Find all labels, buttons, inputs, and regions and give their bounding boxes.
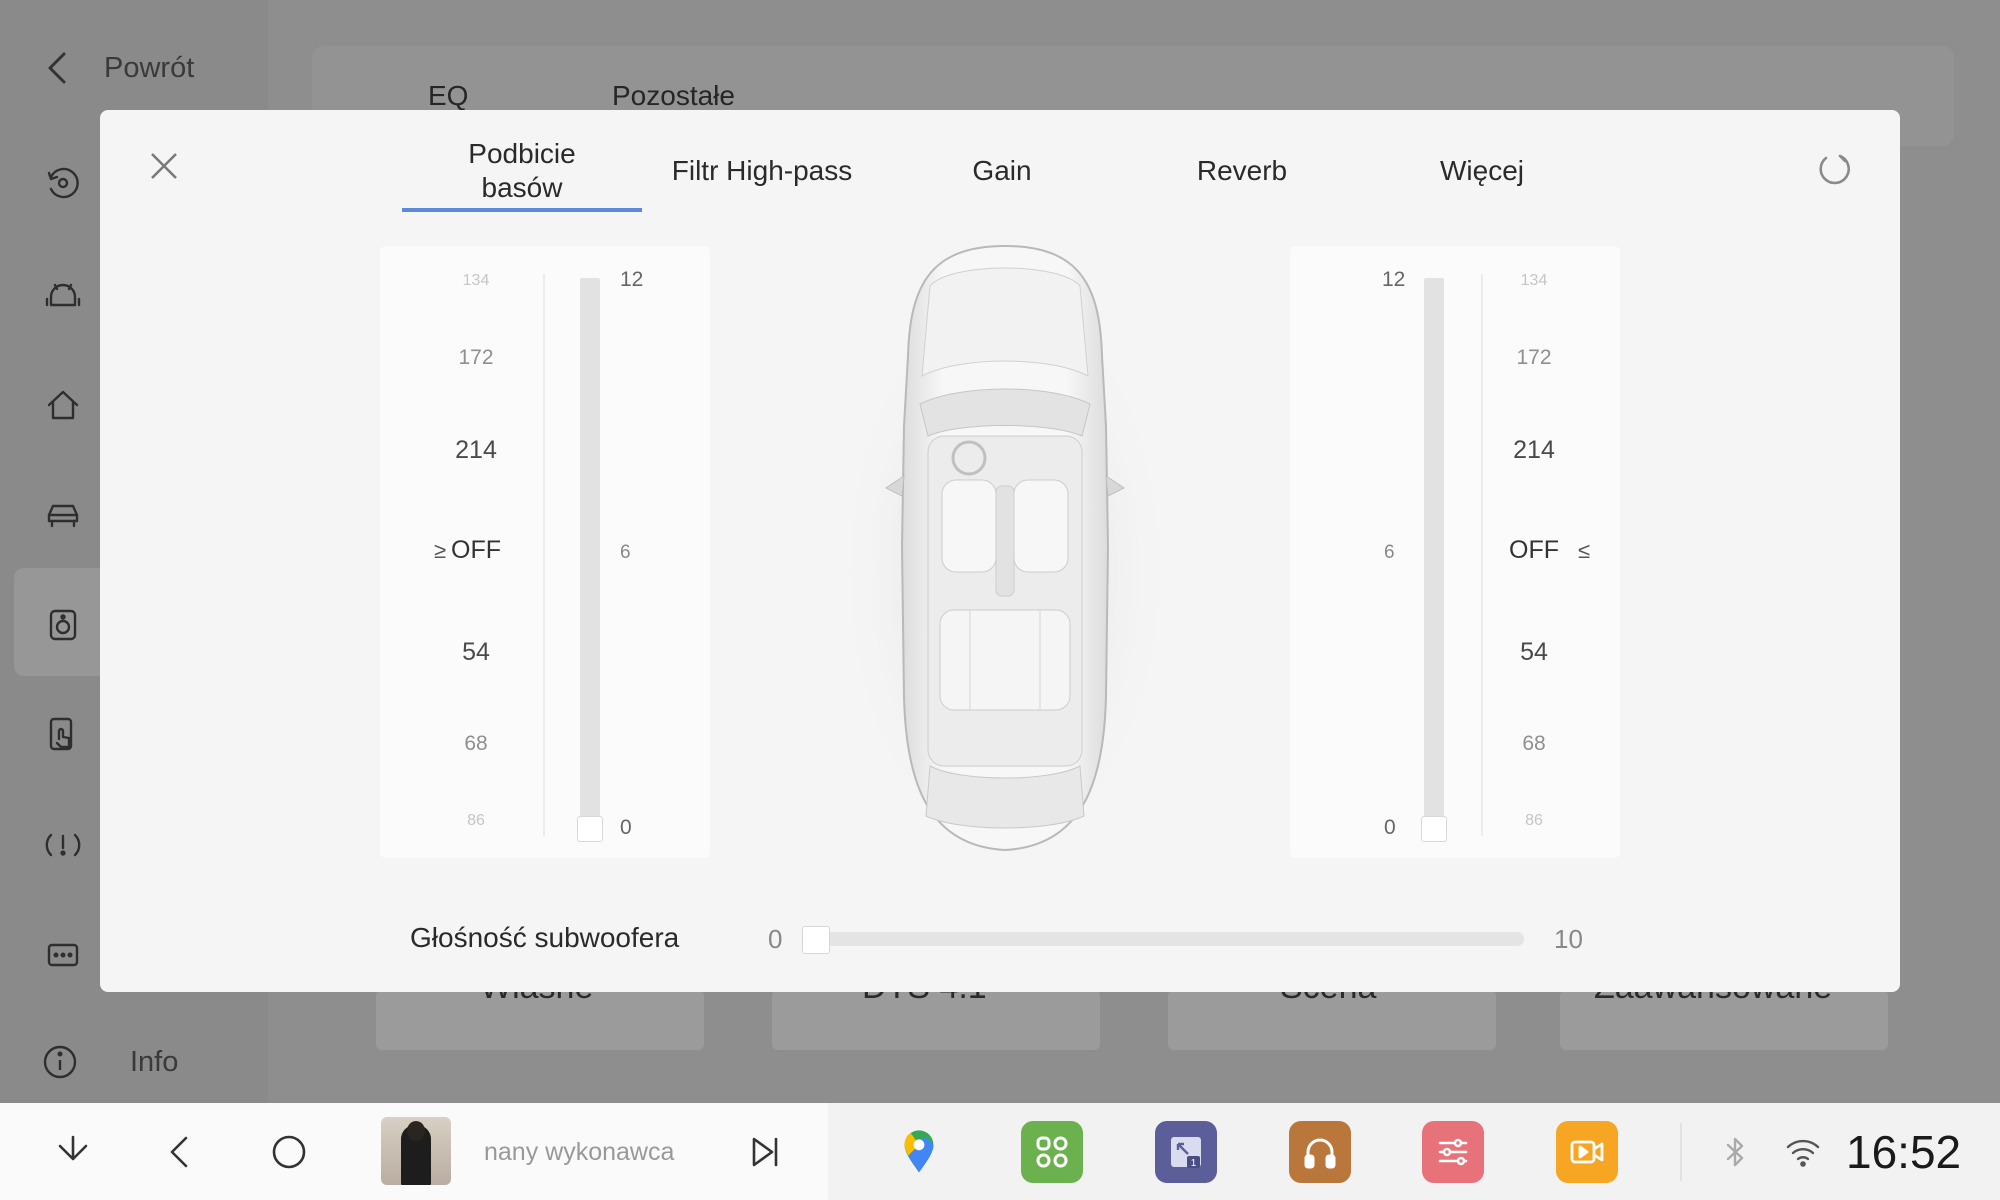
tab-reverb[interactable]: Reverb bbox=[1122, 130, 1362, 212]
dialog-tabs: Podbicie basów Filtr High-pass Gain Reve… bbox=[402, 130, 1602, 212]
background-tab-other[interactable]: Pozostałe bbox=[612, 80, 735, 112]
close-button[interactable] bbox=[144, 146, 184, 186]
collapse-button[interactable] bbox=[50, 1129, 96, 1175]
left-bass-panel: 134 172 214 ≥ OFF 54 68 86 12 6 0 bbox=[380, 246, 710, 858]
frequency-option[interactable]: 54 bbox=[1494, 638, 1574, 667]
frequency-option[interactable]: 68 bbox=[436, 732, 516, 756]
chevron-left-icon bbox=[48, 52, 66, 84]
disc-icon[interactable] bbox=[40, 160, 86, 206]
divider bbox=[543, 274, 545, 836]
touch-icon[interactable] bbox=[40, 712, 86, 758]
artist-name: nany wykonawca bbox=[484, 1138, 675, 1166]
subwoofer-max-label: 10 bbox=[1554, 924, 1583, 954]
scale-mid: 6 bbox=[620, 542, 631, 563]
left-level-slider-thumb[interactable] bbox=[577, 816, 603, 842]
right-level-slider-thumb[interactable] bbox=[1421, 816, 1447, 842]
taskbar-separator bbox=[1680, 1123, 1682, 1181]
apps-grid-icon[interactable] bbox=[1021, 1121, 1083, 1183]
tab-more[interactable]: Więcej bbox=[1362, 130, 1602, 212]
bluetooth-icon[interactable] bbox=[1716, 1133, 1754, 1171]
divider bbox=[1481, 274, 1483, 836]
frequency-option[interactable]: 134 bbox=[436, 272, 516, 290]
equalizer-icon[interactable] bbox=[1422, 1121, 1484, 1183]
tab-high-pass-filter[interactable]: Filtr High-pass bbox=[642, 130, 882, 212]
right-bass-panel: 12 6 0 134 172 214 OFF ≤ 54 68 86 bbox=[1290, 246, 1620, 858]
album-art-head bbox=[407, 1121, 425, 1141]
clock: 16:52 bbox=[1846, 1126, 1962, 1178]
info-label: Info bbox=[130, 1045, 179, 1078]
scale-min: 0 bbox=[620, 816, 632, 839]
subwoofer-volume-slider-track[interactable] bbox=[808, 932, 1524, 946]
home-nav-button[interactable] bbox=[266, 1129, 312, 1175]
subwoofer-min-label: 0 bbox=[768, 924, 783, 954]
reset-button[interactable] bbox=[1814, 148, 1854, 188]
more-dots-icon[interactable] bbox=[40, 932, 86, 978]
scale-min: 0 bbox=[1384, 816, 1396, 839]
scale-mid: 6 bbox=[1384, 542, 1395, 563]
background-tab-eq[interactable]: EQ bbox=[428, 80, 468, 112]
back-label: Powrót bbox=[104, 51, 195, 84]
svg-text:1: 1 bbox=[1191, 1158, 1197, 1169]
home-icon[interactable] bbox=[40, 382, 86, 428]
back-nav-button[interactable] bbox=[158, 1129, 204, 1175]
frequency-option[interactable]: 86 bbox=[436, 812, 516, 830]
warning-icon[interactable] bbox=[40, 822, 86, 868]
chevron-down-icon bbox=[58, 1135, 88, 1161]
back-button[interactable]: Powrót bbox=[40, 48, 194, 88]
frequency-option[interactable]: 68 bbox=[1494, 732, 1574, 756]
frequency-option[interactable]: 172 bbox=[1494, 346, 1574, 370]
next-track-button[interactable] bbox=[742, 1129, 788, 1175]
wifi-icon[interactable] bbox=[1784, 1133, 1822, 1171]
info-menu-item[interactable]: Info bbox=[40, 1042, 178, 1082]
android-icon[interactable] bbox=[40, 272, 86, 318]
subwoofer-volume-label: Głośność subwoofera bbox=[410, 922, 680, 953]
frequency-option-selected[interactable]: OFF bbox=[1494, 536, 1574, 565]
selector-mark: ≤ bbox=[1578, 538, 1591, 563]
video-icon[interactable] bbox=[1556, 1121, 1618, 1183]
frequency-option[interactable]: 214 bbox=[1494, 436, 1574, 465]
right-level-slider-track[interactable] bbox=[1424, 278, 1444, 834]
left-level-slider-track[interactable] bbox=[580, 278, 600, 834]
frequency-option[interactable]: 214 bbox=[436, 436, 516, 465]
close-icon bbox=[151, 153, 177, 179]
car-top-view-illustration bbox=[835, 244, 1175, 871]
reset-icon bbox=[1819, 154, 1850, 185]
frequency-option[interactable]: 54 bbox=[436, 638, 516, 667]
car-icon[interactable] bbox=[40, 492, 86, 538]
frequency-option[interactable]: 134 bbox=[1494, 272, 1574, 290]
headphones-icon[interactable] bbox=[1289, 1121, 1351, 1183]
bass-boost-dialog: Podbicie basów Filtr High-pass Gain Reve… bbox=[100, 110, 1900, 992]
scale-max: 12 bbox=[1382, 268, 1406, 291]
home-circle-icon bbox=[272, 1135, 306, 1169]
speaker-icon[interactable] bbox=[40, 602, 86, 648]
taskbar: nany wykonawca 1 16:52 bbox=[0, 1103, 2000, 1200]
tab-gain[interactable]: Gain bbox=[882, 130, 1122, 212]
back-icon bbox=[170, 1136, 188, 1168]
scale-max: 12 bbox=[620, 268, 644, 291]
frequency-option[interactable]: 172 bbox=[436, 346, 516, 370]
album-art[interactable] bbox=[381, 1117, 451, 1185]
subwoofer-volume-slider-thumb[interactable] bbox=[802, 926, 830, 954]
info-icon bbox=[43, 1045, 77, 1079]
skip-next-icon bbox=[752, 1137, 778, 1167]
frequency-option[interactable]: 86 bbox=[1494, 812, 1574, 830]
frequency-option-selected[interactable]: OFF bbox=[436, 536, 516, 565]
maps-app-icon[interactable] bbox=[888, 1121, 950, 1183]
split-screen-icon[interactable]: 1 bbox=[1155, 1121, 1217, 1183]
tab-bass-boost[interactable]: Podbicie basów bbox=[402, 130, 642, 212]
